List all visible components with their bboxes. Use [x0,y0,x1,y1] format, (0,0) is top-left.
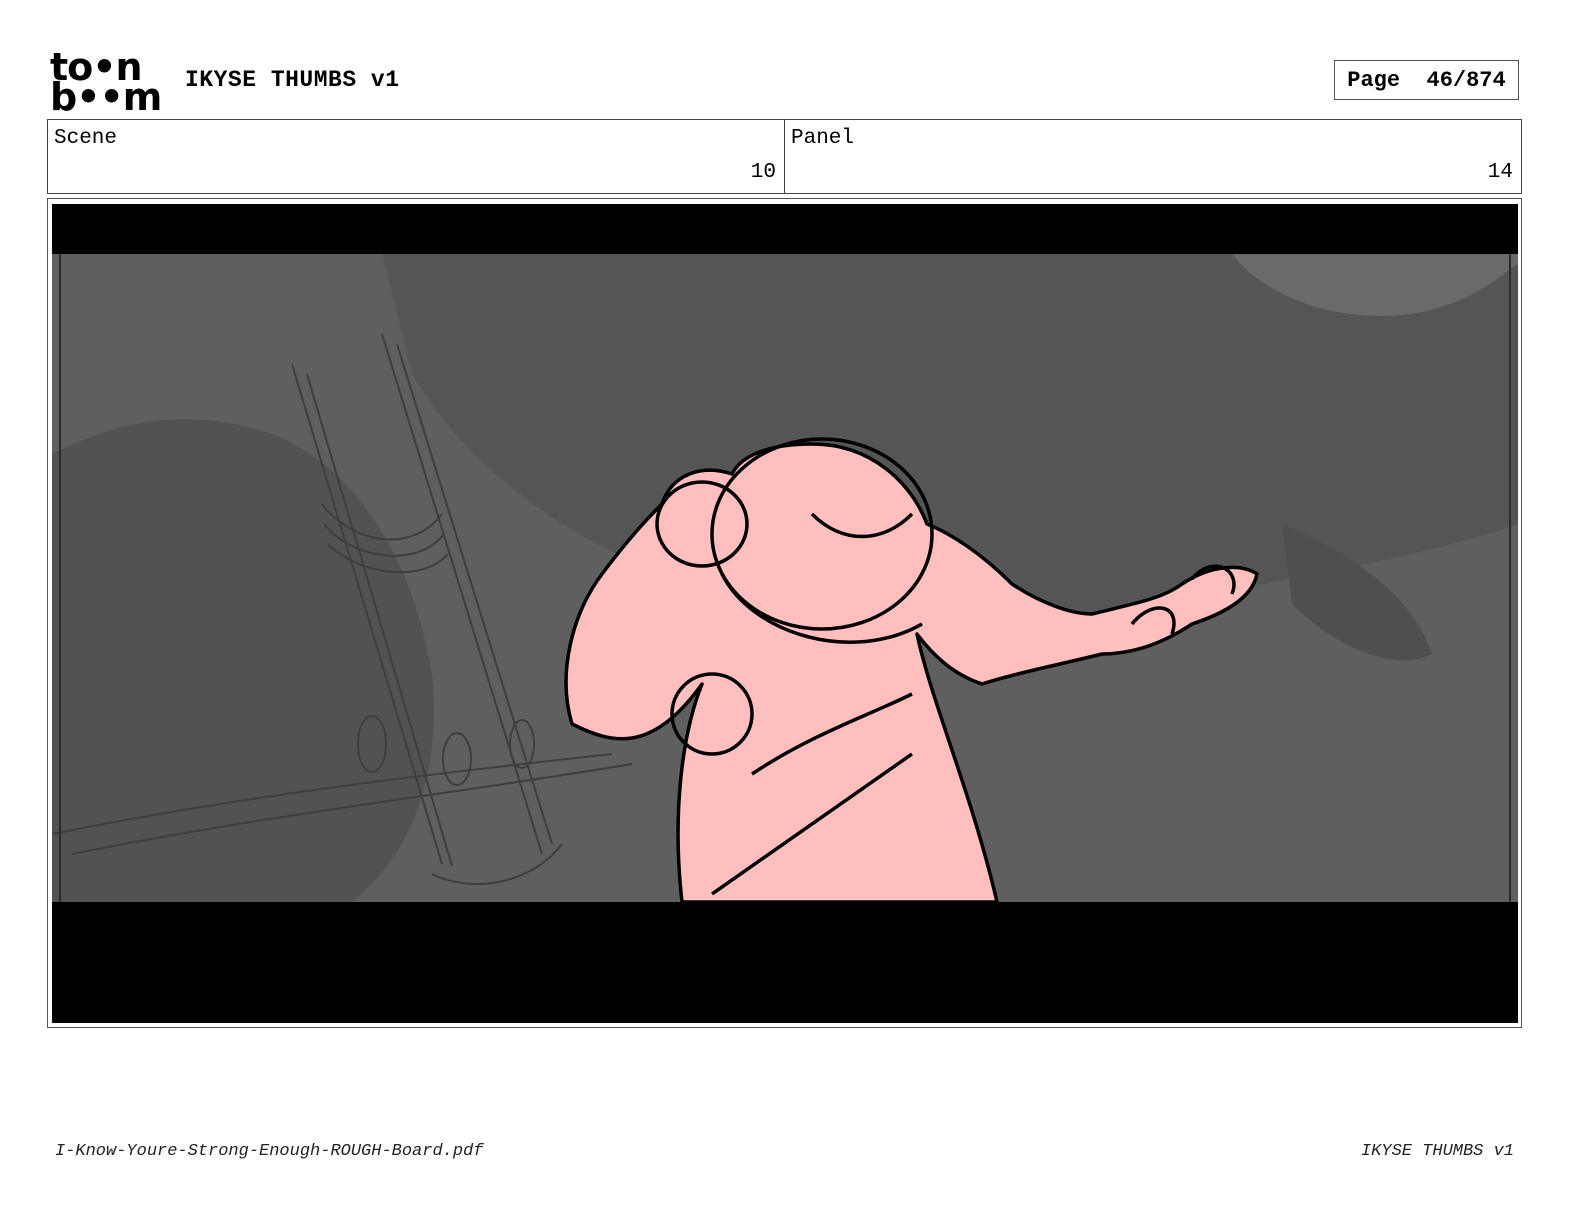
page-label: Page [1347,67,1401,93]
toonboom-logo: to•n b••m [50,48,166,119]
scene-number: 10 [750,161,776,184]
panel-image [52,204,1518,1023]
logo-line-bottom: b••m [50,75,162,119]
footer-title: IKYSE THUMBS v1 [1360,1142,1514,1161]
scene-label: Scene [54,127,118,150]
panel-label: Panel [791,127,855,150]
footer-filename: I-Know-Youre-Strong-Enough-ROUGH-Board.p… [55,1142,484,1161]
panel-number: 14 [1487,161,1513,184]
document-title: IKYSE THUMBS v1 [185,67,400,93]
storyboard-frame [47,198,1522,1028]
scene-panel-info: Scene 10 Panel 14 [47,119,1522,194]
scene-cell: Scene 10 [48,120,784,193]
sketch-drawing [52,254,1518,902]
page-indicator: Page 46/874 [1334,60,1519,100]
panel-cell: Panel 14 [784,120,1521,193]
page-number: 46/874 [1426,67,1506,93]
